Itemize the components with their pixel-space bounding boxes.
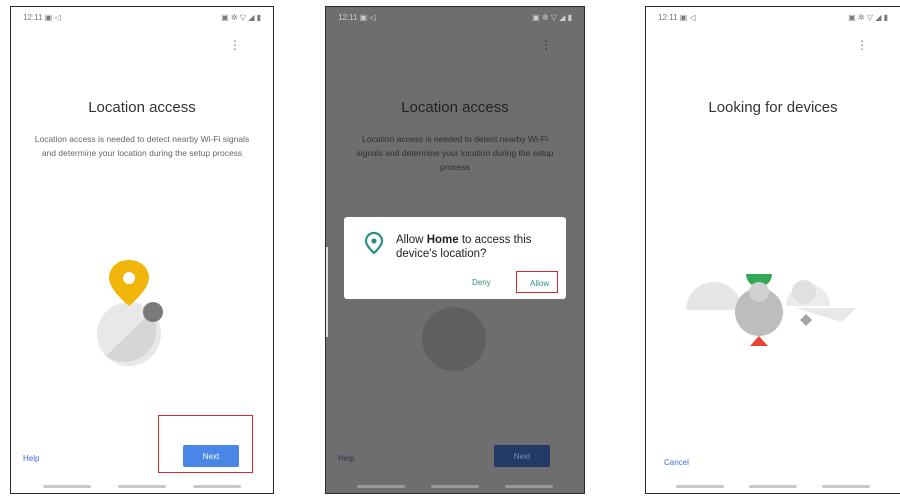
nav-recents[interactable] [505,485,553,488]
next-button-highlight [158,415,253,473]
status-right-icons: ▣ ✲ ▽ ◢ ▮ [848,13,888,22]
page-description: Location access is needed to detect near… [34,134,250,158]
location-pin-icon [364,231,384,255]
status-left-icons: ▣ ◁ [359,13,376,22]
nav-recents[interactable] [193,485,242,488]
dialog-app-name: Home [426,234,459,246]
status-right-icons: ▣ ✲ ▽ ◢ ▮ [532,13,572,22]
dialog-message-prefix: Allow [396,234,427,246]
status-right-icons: ▣ ✲ ▽ ◢ ▮ [221,13,261,22]
illustration-red-triangle [750,336,768,346]
illustration-globe [422,307,486,371]
page-title: Location access [88,99,196,116]
page-title: Location access [401,99,509,116]
nav-bar [326,485,584,491]
nav-back[interactable] [42,485,91,488]
nav-back[interactable] [357,485,405,488]
illustration-bubble [792,280,816,304]
allow-button-highlight [516,271,558,293]
location-illustration [97,260,163,366]
illustration-dot [143,302,163,322]
more-options-icon[interactable]: ⋮ [229,39,241,51]
phone-screen-permission-dialog: 12:11 ▣ ◁ ▣ ✲ ▽ ◢ ▮ ⋮ Location access Lo… [325,6,585,494]
phone-screen-location-access: 12:11 ▣ ◁ ▣ ✲ ▽ ◢ ▮ ⋮ Location access Lo… [10,6,274,494]
cancel-link[interactable]: Cancel [664,458,689,467]
dimmed-illustration [422,307,486,371]
status-bar: 12:11 ▣ ◁ ▣ ✲ ▽ ◢ ▮ [658,13,888,22]
nav-back[interactable] [676,485,725,488]
status-left-icons: ▣ ◁ [679,13,696,22]
more-options-icon[interactable]: ⋮ [540,39,552,51]
status-time: 12:11 [338,13,358,22]
device-search-illustration [686,274,856,346]
status-time: 12:11 [658,13,678,22]
illustration-bubble-left [749,282,769,302]
illustration-diamond [800,314,812,326]
nav-bar [11,485,273,491]
deny-button[interactable]: Deny [472,278,491,287]
illustration-left-cloud [686,282,742,310]
help-link[interactable]: Help [23,454,39,463]
nav-home[interactable] [431,485,479,488]
help-link[interactable]: Help [338,454,354,463]
dialog-message: Allow Home to access this device's locat… [396,233,556,261]
nav-recents[interactable] [821,485,870,488]
nav-bar [646,485,900,491]
page-title: Looking for devices [708,99,838,116]
page-description: Location access is needed to detect near… [356,134,554,172]
status-bar: 12:11 ▣ ◁ ▣ ✲ ▽ ◢ ▮ [23,13,261,22]
status-time: 12:11 [23,13,43,22]
status-bar: 12:11 ▣ ◁ ▣ ✲ ▽ ◢ ▮ [338,13,572,22]
phone-screen-looking-for-devices: 12:11 ▣ ◁ ▣ ✲ ▽ ◢ ▮ ⋮ Looking for device… [645,6,900,494]
next-button[interactable]: Next [494,445,550,467]
status-left-icons: ▣ ◁ [44,13,61,22]
more-options-icon[interactable]: ⋮ [856,39,868,51]
nav-home[interactable] [748,485,797,488]
nav-home[interactable] [117,485,166,488]
permission-dialog: Allow Home to access this device's locat… [344,217,566,299]
location-pin-hole [123,272,135,284]
